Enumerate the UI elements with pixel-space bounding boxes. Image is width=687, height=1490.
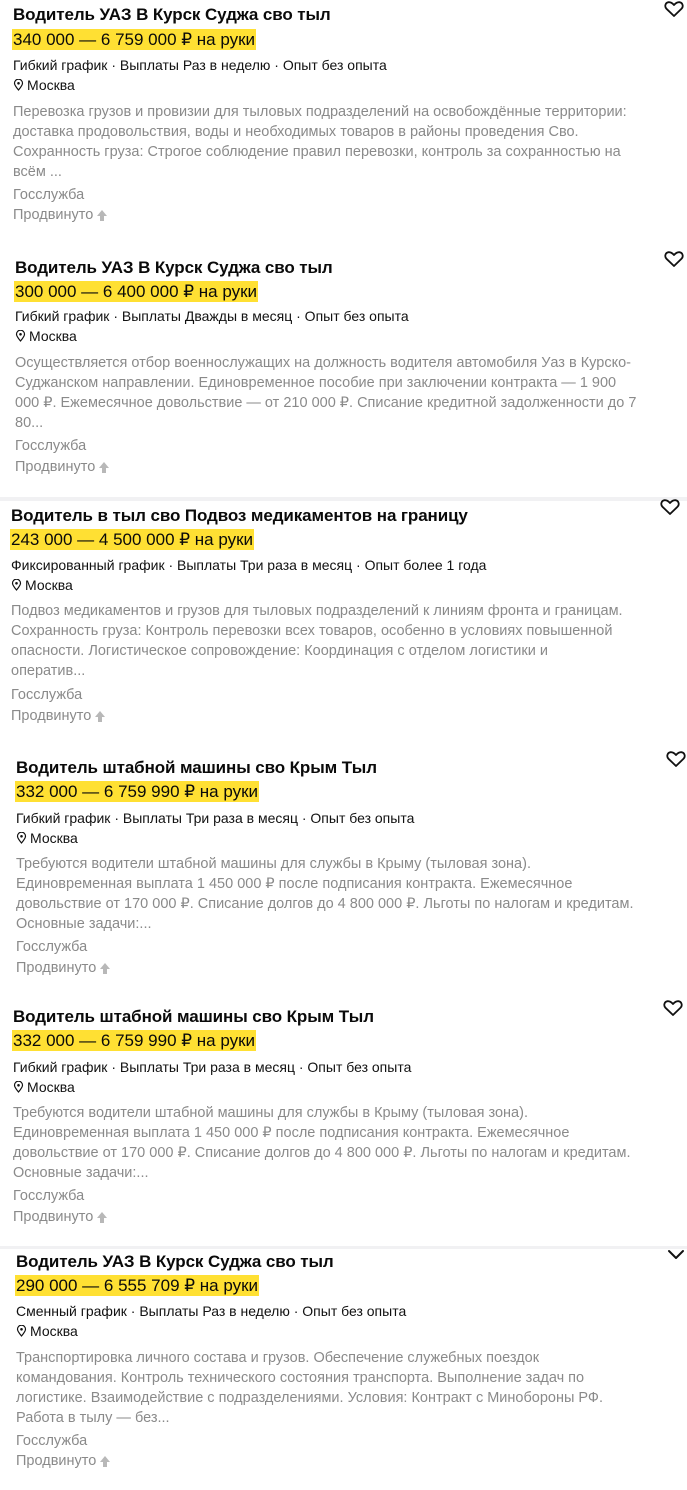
arrow-up-icon <box>100 1455 111 1467</box>
promoted-text: Продвинуто <box>16 960 97 976</box>
vacancy-title[interactable]: Водитель штабной машины сво Крым Тыл <box>16 758 377 778</box>
description-line: 000 ₽. Ежемесячное довольствие — от 210 … <box>15 395 637 411</box>
promoted-text: Продвинуто <box>16 1453 97 1469</box>
salary: 332 000 — 6 759 990 ₽ на руки <box>12 1030 257 1051</box>
description-line: Основные задачи:... <box>16 916 152 932</box>
vacancy-title[interactable]: Водитель штабной машины сво Крым Тыл <box>13 1007 374 1027</box>
vacancy-meta: Гибкий график · Выплаты Раз в неделю · О… <box>13 57 387 73</box>
location-label: Москва <box>29 328 77 344</box>
vacancy-description: Требуются водители штабной машины для сл… <box>16 854 687 934</box>
location: Москва <box>16 830 78 846</box>
salary: 290 000 — 6 555 709 ₽ на руки <box>15 1275 260 1296</box>
description-line: Сохранность груза: Контроль перевозки вс… <box>11 623 613 639</box>
vacancy-description: Транспортировка личного состава и грузов… <box>16 1348 687 1428</box>
map-pin-icon <box>16 832 27 844</box>
employer-tag: Госслужба <box>11 687 83 703</box>
description-line: доставка продовольствия, воды и необходи… <box>13 124 579 140</box>
vacancy-title[interactable]: Водитель в тыл сво Подвоз медикаментов н… <box>11 506 468 526</box>
location-label: Москва <box>30 1323 78 1339</box>
vacancy-description: Подвоз медикаментов и грузов для тыловых… <box>11 601 683 681</box>
description-line: Основные задачи:... <box>13 1165 149 1181</box>
card-divider <box>0 1246 687 1249</box>
promoted-text: Продвинуто <box>15 459 96 475</box>
location: Москва <box>11 577 73 593</box>
vacancy-meta: Фиксированный график · Выплаты Три раза … <box>11 557 487 573</box>
description-line: логистике. Взаимодействие с подразделени… <box>16 1390 603 1406</box>
description-line: Работа в тылу — без... <box>16 1410 170 1426</box>
description-line: довольствие от 170 000 ₽. Списание долго… <box>13 1145 631 1161</box>
map-pin-icon <box>13 79 24 91</box>
location-label: Москва <box>27 77 75 93</box>
vacancy-title[interactable]: Водитель УАЗ В Курск Суджа сво тыл <box>16 1252 334 1272</box>
location-label: Москва <box>30 830 78 846</box>
promoted-text: Продвинуто <box>13 207 94 223</box>
promoted-label: Продвинуто <box>16 1453 111 1469</box>
arrow-up-icon <box>99 461 110 473</box>
arrow-up-icon <box>97 209 108 221</box>
vacancy-meta: Гибкий график · Выплаты Дважды в месяц ·… <box>15 308 409 324</box>
employer-tag: Госслужба <box>13 1188 85 1204</box>
map-pin-icon <box>11 579 22 591</box>
salary: 340 000 — 6 759 000 ₽ на руки <box>12 29 257 50</box>
chevron-down-icon[interactable] <box>666 1246 686 1264</box>
heart-icon[interactable] <box>664 0 684 18</box>
vacancy-description: Требуются водители штабной машины для сл… <box>13 1103 685 1183</box>
heart-icon[interactable] <box>664 250 684 268</box>
vacancy-description: Осуществляется отбор военнослужащих на д… <box>15 353 687 433</box>
description-line: Суджанском направлении. Единовременное п… <box>15 375 617 391</box>
description-line: Единовременная выплата 1 450 000 ₽ после… <box>16 876 573 892</box>
location: Москва <box>13 1079 75 1095</box>
promoted-text: Продвинуто <box>11 708 92 724</box>
description-line: Единовременная выплата 1 450 000 ₽ после… <box>13 1125 570 1141</box>
promoted-text: Продвинуто <box>13 1209 94 1225</box>
description-line: Требуются водители штабной машины для сл… <box>16 856 531 872</box>
description-line: Требуются водители штабной машины для сл… <box>13 1105 528 1121</box>
map-pin-icon <box>16 1325 27 1337</box>
description-line: Перевозка грузов и провизии для тыловых … <box>13 104 627 120</box>
location: Москва <box>16 1323 78 1339</box>
description-line: опасности. Логистическое сопровождение: … <box>11 643 548 659</box>
vacancy-meta: Гибкий график · Выплаты Три раза в месяц… <box>16 810 415 826</box>
salary: 332 000 — 6 759 990 ₽ на руки <box>15 781 260 802</box>
map-pin-icon <box>13 1081 24 1093</box>
promoted-label: Продвинуто <box>13 207 108 223</box>
vacancy-description: Перевозка грузов и провизии для тыловых … <box>13 102 685 182</box>
employer-tag: Госслужба <box>15 438 87 454</box>
heart-icon[interactable] <box>666 750 686 768</box>
vacancy-meta: Сменный график · Выплаты Раз в неделю · … <box>16 1303 407 1319</box>
arrow-up-icon <box>100 962 111 974</box>
description-line: всём ... <box>13 164 62 180</box>
description-line: Сохранность груза: Строгое соблюдение пр… <box>13 144 621 160</box>
description-line: Осуществляется отбор военнослужащих на д… <box>15 355 631 371</box>
employer-tag: Госслужба <box>13 187 85 203</box>
employer-tag: Госслужба <box>16 939 88 955</box>
map-pin-icon <box>15 330 26 342</box>
description-line: оператив... <box>11 663 86 679</box>
promoted-label: Продвинуто <box>13 1209 108 1225</box>
card-divider <box>0 497 687 501</box>
arrow-up-icon <box>97 1211 108 1223</box>
location: Москва <box>13 77 75 93</box>
heart-icon[interactable] <box>663 999 683 1017</box>
promoted-label: Продвинуто <box>16 960 111 976</box>
description-line: довольствие от 170 000 ₽. Списание долго… <box>16 896 634 912</box>
description-line: 80... <box>15 415 44 431</box>
location-label: Москва <box>27 1079 75 1095</box>
employer-tag: Госслужба <box>16 1433 88 1449</box>
promoted-label: Продвинуто <box>11 708 106 724</box>
vacancy-title[interactable]: Водитель УАЗ В Курск Суджа сво тыл <box>15 258 333 278</box>
salary: 300 000 — 6 400 000 ₽ на руки <box>14 281 259 302</box>
arrow-up-icon <box>95 710 106 722</box>
description-line: Транспортировка личного состава и грузов… <box>16 1350 540 1366</box>
vacancy-meta: Гибкий график · Выплаты Три раза в месяц… <box>13 1059 412 1075</box>
salary: 243 000 — 4 500 000 ₽ на руки <box>10 529 255 550</box>
heart-icon[interactable] <box>660 498 680 516</box>
description-line: Подвоз медикаментов и грузов для тыловых… <box>11 603 623 619</box>
promoted-label: Продвинуто <box>15 459 110 475</box>
vacancy-title[interactable]: Водитель УАЗ В Курск Суджа сво тыл <box>13 5 331 25</box>
location: Москва <box>15 328 77 344</box>
description-line: командования. Контроль технического сост… <box>16 1370 585 1386</box>
location-label: Москва <box>25 577 73 593</box>
